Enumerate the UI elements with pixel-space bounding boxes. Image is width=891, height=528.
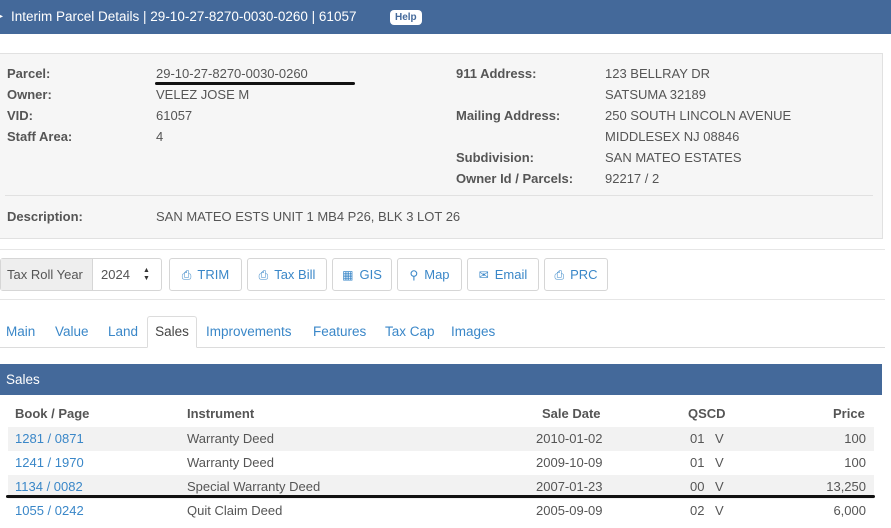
address-911-line2: SATSUMA 32189 <box>605 87 706 102</box>
gis-button[interactable]: ▦ GIS <box>332 258 392 291</box>
tax-roll-year-select[interactable]: Tax Roll Year 2024 ▲ ▼ <box>0 258 162 291</box>
qscd-code-cell: 01 <box>690 431 705 446</box>
owner-label: Owner: <box>7 87 52 102</box>
tab-underline <box>0 347 885 348</box>
book-page-link[interactable]: 1134 / 0082 <box>15 479 83 494</box>
title-bar: ▸ Interim Parcel Details | 29-10-27-8270… <box>0 0 891 34</box>
staff-area-label: Staff Area: <box>7 129 73 144</box>
column-header-sale-date: Sale Date <box>542 406 601 421</box>
instrument-cell: Special Warranty Deed <box>187 479 321 494</box>
book-page-link[interactable]: 1281 / 0871 <box>15 431 84 446</box>
envelope-icon: ✉ <box>478 268 489 282</box>
divider <box>0 299 885 300</box>
vid-label: VID: <box>7 108 33 123</box>
price-cell: 13,250 <box>826 479 866 494</box>
tab-improvements[interactable]: Improvements <box>206 324 292 339</box>
print-icon: ⎙ <box>181 268 192 282</box>
qscd-code-cell: 01 <box>690 455 705 470</box>
column-header-price: Price <box>833 406 865 421</box>
divider <box>0 249 885 250</box>
parcel-label: Parcel: <box>7 66 51 81</box>
tab-features[interactable]: Features <box>313 324 366 339</box>
tab-sales[interactable]: Sales <box>147 316 197 348</box>
instrument-cell: Quit Claim Deed <box>187 503 283 518</box>
table-row: 1241 / 1970 Warranty Deed 2009-10-09 01 … <box>8 451 874 475</box>
mailing-address-line2: MIDDLESEX NJ 08846 <box>605 129 740 144</box>
print-icon: ⎙ <box>258 268 269 282</box>
description-label: Description: <box>7 209 83 224</box>
owner-id-value: 92217 / 2 <box>605 171 660 186</box>
tax-bill-button[interactable]: ⎙ Tax Bill <box>247 258 327 291</box>
column-header-book-page: Book / Page <box>15 406 90 421</box>
tab-images[interactable]: Images <box>451 324 495 339</box>
qscd-code-cell: 00 <box>690 479 705 494</box>
vid-value: 61057 <box>156 108 193 123</box>
page-title: Interim Parcel Details | 29-10-27-8270-0… <box>11 9 357 24</box>
mailing-address-line1: 250 SOUTH LINCOLN AVENUE <box>605 108 792 123</box>
instrument-cell: Warranty Deed <box>187 431 274 446</box>
qscd-code-cell: 02 <box>690 503 705 518</box>
help-button[interactable]: Help <box>390 10 422 25</box>
tab-tax-cap[interactable]: Tax Cap <box>385 324 435 339</box>
pen-underline-mark <box>155 82 355 85</box>
select-arrows-icon: ▲ ▼ <box>143 267 150 282</box>
map-marker-icon: ⚲ <box>409 268 419 282</box>
print-icon: ⎙ <box>554 268 565 282</box>
map-grid-icon: ▦ <box>342 268 354 282</box>
description-value: SAN MATEO ESTS UNIT 1 MB4 P26, BLK 3 LOT… <box>156 209 461 224</box>
column-header-instrument: Instrument <box>187 406 255 421</box>
mailing-address-label: Mailing Address: <box>456 108 561 123</box>
prc-button[interactable]: ⎙ PRC <box>544 258 608 291</box>
tab-value[interactable]: Value <box>55 324 89 339</box>
parcel-value: 29-10-27-8270-0030-0260 <box>156 66 308 81</box>
instrument-cell: Warranty Deed <box>187 455 274 470</box>
collapse-caret-icon[interactable]: ▸ <box>0 11 3 22</box>
sale-date-cell: 2005-09-09 <box>536 503 603 518</box>
sale-date-cell: 2010-01-02 <box>536 431 603 446</box>
tab-main[interactable]: Main <box>6 324 35 339</box>
divider <box>5 195 873 196</box>
price-cell: 100 <box>844 431 866 446</box>
price-cell: 6,000 <box>833 503 866 518</box>
map-button[interactable]: ⚲ Map <box>397 258 462 291</box>
trim-button[interactable]: ⎙ TRIM <box>169 258 242 291</box>
pen-underline-mark <box>6 495 875 498</box>
owner-id-label: Owner Id / Parcels: <box>456 171 574 186</box>
address-911-label: 911 Address: <box>456 66 537 81</box>
parcel-info-panel: Parcel: 29-10-27-8270-0030-0260 Owner: V… <box>0 53 883 239</box>
book-page-link[interactable]: 1055 / 0242 <box>15 503 84 518</box>
sales-panel-heading: Sales <box>0 364 882 395</box>
subdivision-label: Subdivision: <box>456 150 534 165</box>
qscd-flag-cell: V <box>715 455 724 470</box>
subdivision-value: SAN MATEO ESTATES <box>605 150 742 165</box>
tax-roll-year-value[interactable]: 2024 <box>101 259 130 290</box>
book-page-link[interactable]: 1241 / 1970 <box>15 455 84 470</box>
table-row: 1055 / 0242 Quit Claim Deed 2005-09-09 0… <box>8 499 874 523</box>
qscd-flag-cell: V <box>715 479 724 494</box>
sale-date-cell: 2009-10-09 <box>536 455 603 470</box>
sale-date-cell: 2007-01-23 <box>536 479 603 494</box>
column-header-qscd: QSCD <box>688 406 726 421</box>
address-911-line1: 123 BELLRAY DR <box>605 66 711 81</box>
table-row: 1281 / 0871 Warranty Deed 2010-01-02 01 … <box>8 427 874 451</box>
qscd-flag-cell: V <box>715 503 724 518</box>
email-button[interactable]: ✉ Email <box>467 258 539 291</box>
price-cell: 100 <box>844 455 866 470</box>
qscd-flag-cell: V <box>715 431 724 446</box>
owner-value: VELEZ JOSE M <box>156 87 250 102</box>
staff-area-value: 4 <box>156 129 164 144</box>
tab-land[interactable]: Land <box>108 324 138 339</box>
tax-roll-year-label: Tax Roll Year <box>1 259 93 290</box>
